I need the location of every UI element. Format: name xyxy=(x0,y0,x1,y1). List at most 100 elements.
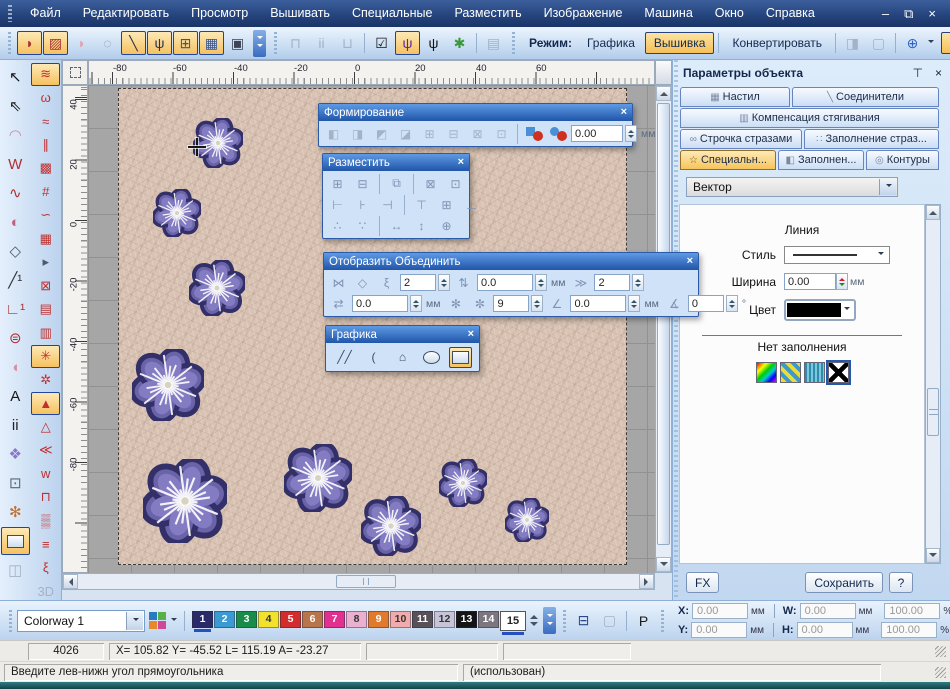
angle-input[interactable]: 0 xyxy=(688,295,724,312)
machine-panel-icon[interactable]: ▤ xyxy=(481,31,506,55)
menu-item-9[interactable]: Окно xyxy=(704,6,755,20)
cutwork-tool[interactable]: ◐ xyxy=(1,208,30,236)
show-graphics-button[interactable]: Показать графику xyxy=(941,32,950,54)
align-center-icon[interactable]: ⊦ xyxy=(351,194,374,215)
resize-grip[interactable] xyxy=(935,646,946,657)
thread-color-7[interactable]: 7 xyxy=(324,611,345,628)
figures-tool[interactable]: ii xyxy=(1,411,30,439)
flower-object-4[interactable] xyxy=(132,349,204,421)
needle-icon[interactable]: ψ xyxy=(147,31,172,55)
design-to-machine-icon[interactable]: ◨ xyxy=(840,31,865,55)
cross-fill-icon[interactable]: ▦ xyxy=(31,228,60,251)
palette-spinner[interactable] xyxy=(530,611,538,630)
thread-color-3[interactable]: 3 xyxy=(236,611,257,628)
thread-color-8[interactable]: 8 xyxy=(346,611,367,628)
flower-object-8[interactable] xyxy=(439,459,487,507)
flower-object-9[interactable] xyxy=(505,498,549,542)
zigzag-fill-icon[interactable]: ≋ xyxy=(31,63,60,86)
pin-icon[interactable]: ⊤ xyxy=(913,66,923,80)
mode-graphics-button[interactable]: Графика xyxy=(578,32,644,54)
arc-draw-icon[interactable]: ( xyxy=(362,347,385,368)
mode-convert-button[interactable]: Конвертировать xyxy=(723,32,831,54)
thread-color-14[interactable]: 14 xyxy=(478,611,499,628)
node-line-icon[interactable]: ╲ xyxy=(121,31,146,55)
simulate-icon[interactable]: ii xyxy=(309,31,334,55)
line-style-select[interactable] xyxy=(784,246,890,264)
repeat-columns-icon[interactable]: ≫ xyxy=(569,272,592,293)
fx-button[interactable]: FX xyxy=(686,572,719,593)
thread-color-10[interactable]: 10 xyxy=(390,611,411,628)
spinner[interactable] xyxy=(438,274,450,291)
space-width-icon[interactable]: ↔ xyxy=(385,215,408,236)
flower-object-7[interactable] xyxy=(361,496,421,556)
bar-fill-icon[interactable]: ∥ xyxy=(31,134,60,157)
horizontal-scroll-track[interactable] xyxy=(78,574,639,589)
tab-special[interactable]: ☆ Специальн... xyxy=(680,150,776,170)
pattern-b-icon[interactable]: ▤ xyxy=(31,298,60,321)
vector-type-select[interactable]: Вектор xyxy=(686,177,898,197)
distance-icon[interactable]: ∠ xyxy=(545,293,568,314)
flower-object-5[interactable] xyxy=(143,459,227,543)
select-check-icon[interactable]: ☑ xyxy=(369,31,394,55)
menu-item-1[interactable]: Файл xyxy=(19,6,72,20)
hoop-position-icon[interactable]: ⊓ xyxy=(283,31,308,55)
offset-spinner[interactable] xyxy=(625,125,637,142)
height-input[interactable]: 0.00 xyxy=(797,622,853,638)
satin-petal-icon[interactable]: ◗ xyxy=(17,31,42,55)
line-tool[interactable]: ╱¹ xyxy=(1,266,30,294)
shaping-titlebar[interactable]: Формирование × xyxy=(319,104,632,121)
thread-color-11[interactable]: 11 xyxy=(412,611,433,628)
palette-overflow-button[interactable] xyxy=(543,607,556,634)
toolbar-grip[interactable] xyxy=(8,32,11,54)
tab-contours[interactable]: ◎ Контуры xyxy=(866,150,939,170)
sequence-view-icon[interactable]: ⊟ xyxy=(571,609,596,633)
flower-object-3[interactable] xyxy=(189,260,245,316)
tab-rhinestone-run[interactable]: ∞ Строчка стразами xyxy=(680,129,802,149)
thread-color-4[interactable]: 4 xyxy=(258,611,279,628)
horizontal-gap-icon[interactable]: ⇄ xyxy=(327,293,350,314)
scribble-fill-icon[interactable]: ξ xyxy=(31,557,60,580)
back-minus-front-icon[interactable]: ⊟ xyxy=(442,123,465,144)
menu-item-8[interactable]: Машина xyxy=(633,6,703,20)
help-button[interactable]: ? xyxy=(889,572,913,593)
space-height-icon[interactable]: ↕ xyxy=(410,215,433,236)
line-fill-icon[interactable]: ≡ xyxy=(31,533,60,556)
thread-color-5[interactable]: 5 xyxy=(280,611,301,628)
line-width-spinner[interactable] xyxy=(836,273,848,290)
crescent-tool[interactable]: ◖ xyxy=(1,353,30,381)
thread-palette-button[interactable] xyxy=(149,612,177,629)
save-palette-icon[interactable]: ▢ xyxy=(597,609,622,633)
weld-icon[interactable]: ◧ xyxy=(322,123,345,144)
spinner[interactable] xyxy=(726,295,738,312)
front-minus-back-icon[interactable]: ⊞ xyxy=(418,123,441,144)
needle-entry-icon[interactable]: ψ xyxy=(395,31,420,55)
group-icon[interactable]: ⊞ xyxy=(326,173,349,194)
scroll-left-button[interactable] xyxy=(63,574,78,589)
rectangle-tool[interactable] xyxy=(1,527,30,555)
flower-object-2[interactable] xyxy=(153,189,201,237)
flower-object-1[interactable] xyxy=(193,118,243,168)
web-globe-icon[interactable]: ⊕ xyxy=(900,31,925,55)
vertical-gap-input[interactable]: 0.0 xyxy=(477,274,533,291)
ellipse-draw-icon[interactable] xyxy=(420,347,443,368)
thread-color-15[interactable]: 15 xyxy=(500,611,526,631)
thread-color-9[interactable]: 9 xyxy=(368,611,389,628)
connection-node-icon[interactable]: ✱ xyxy=(447,31,472,55)
outline-merge-icon[interactable]: ◇ xyxy=(351,272,374,293)
offset-inward-icon[interactable] xyxy=(546,123,569,144)
no-fill-swatch[interactable] xyxy=(828,362,849,383)
resize-grip[interactable] xyxy=(935,667,946,678)
toolbar-grip[interactable] xyxy=(661,610,664,632)
panel-scroll-up-button[interactable] xyxy=(926,205,940,220)
monogram-tool[interactable]: ❖ xyxy=(1,440,30,468)
ribbon-fill-icon[interactable]: ≪ xyxy=(31,439,60,462)
width-input[interactable]: 0.00 xyxy=(800,603,856,619)
outline-petal-icon[interactable]: ◗ xyxy=(69,31,94,55)
toolbar-grip[interactable] xyxy=(9,610,12,632)
scatter-a-icon[interactable]: ✻ xyxy=(444,293,467,314)
tab-underlay[interactable]: ▦ Настил xyxy=(680,87,790,107)
x-input[interactable]: 0.00 xyxy=(692,603,748,619)
graphics-titlebar[interactable]: Графика × xyxy=(326,326,479,343)
horizontal-scroll-thumb[interactable] xyxy=(336,575,396,588)
width-percent-input[interactable]: 100.00 xyxy=(884,603,940,619)
